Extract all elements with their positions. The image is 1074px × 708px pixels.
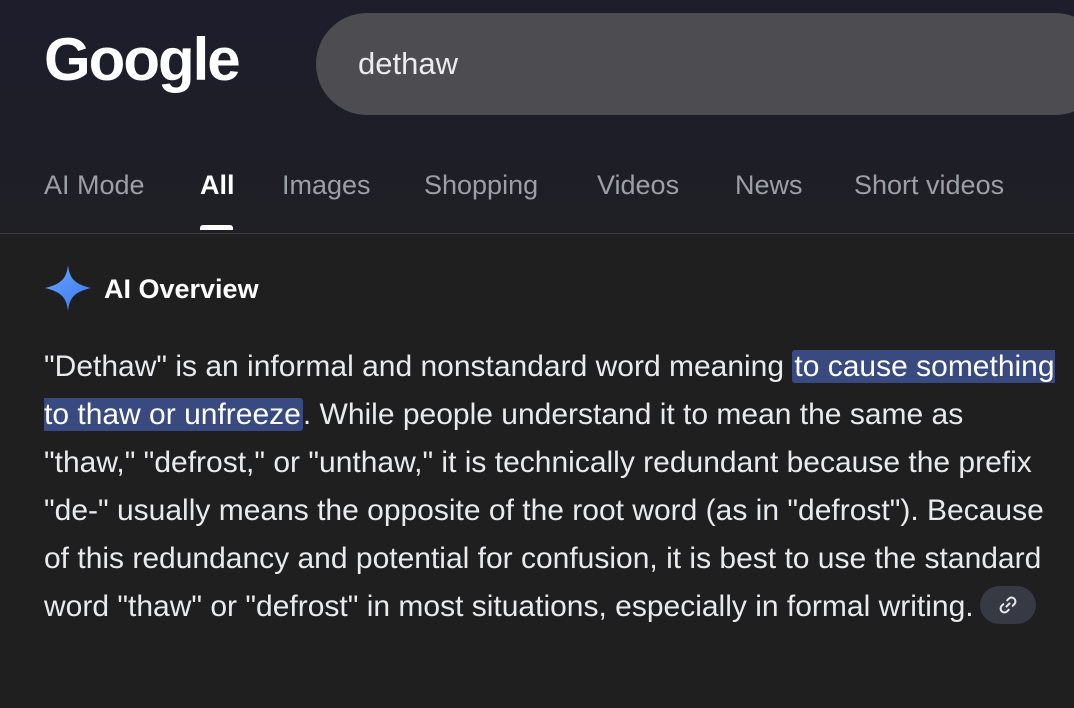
tab-videos[interactable]: Videos <box>597 170 679 201</box>
tab-short-videos[interactable]: Short videos <box>854 170 1004 201</box>
gemini-sparkle-icon <box>45 265 91 311</box>
source-link-button[interactable] <box>979 586 1036 625</box>
link-icon <box>999 596 1017 614</box>
search-input[interactable] <box>358 13 958 115</box>
tab-images[interactable]: Images <box>282 170 371 201</box>
search-box[interactable] <box>316 13 1074 115</box>
active-tab-indicator <box>200 225 233 230</box>
tab-news[interactable]: News <box>735 170 803 201</box>
tab-all[interactable]: All <box>200 170 235 201</box>
overview-text-rest: . While people understand it to mean the… <box>44 398 1044 623</box>
ai-overview-text: "Dethaw" is an informal and nonstandard … <box>44 343 1059 631</box>
overview-text-start: "Dethaw" is an informal and nonstandard … <box>44 350 793 383</box>
ai-overview-title: AI Overview <box>104 274 259 304</box>
search-tabs: AI Mode All Images Shopping Videos News … <box>0 166 1074 233</box>
tab-shopping[interactable]: Shopping <box>424 170 538 201</box>
tab-ai-mode[interactable]: AI Mode <box>44 170 145 201</box>
search-results-page: Google AI Mode All Images Shopping Video… <box>0 0 1074 708</box>
google-logo[interactable]: Google <box>44 22 241 98</box>
header: Google AI Mode All Images Shopping Video… <box>0 0 1074 234</box>
